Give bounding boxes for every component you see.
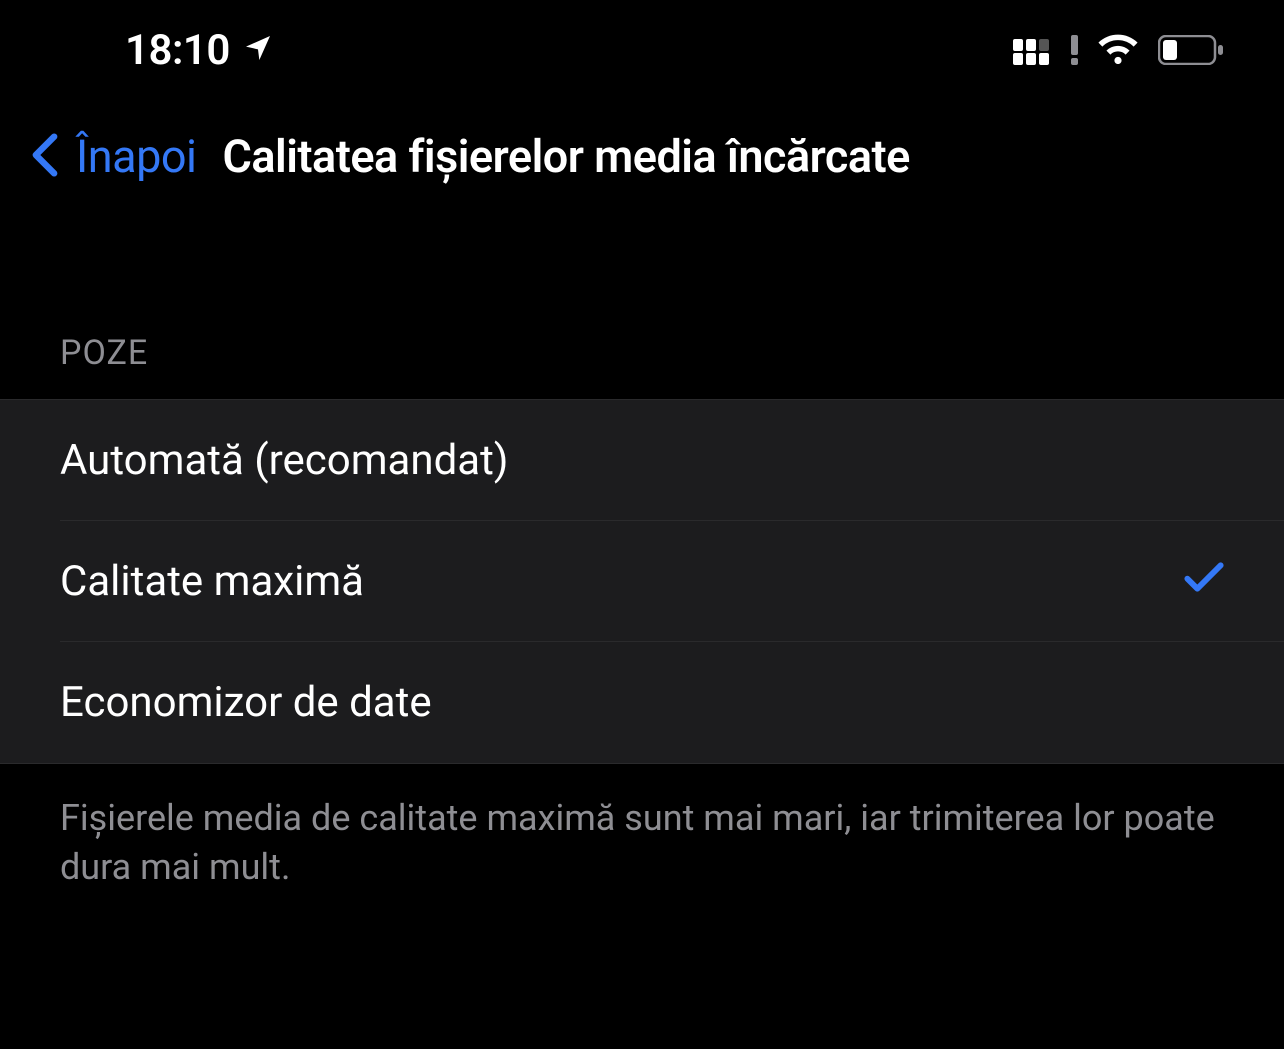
- status-time: 18:10: [125, 26, 230, 75]
- check-icon: [1184, 557, 1224, 606]
- status-bar: 18:10: [0, 0, 1284, 100]
- cellular-icon: [1013, 35, 1078, 65]
- option-label: Economizor de date: [60, 678, 432, 727]
- navigation-bar: Înapoi Calitatea fișierelor media încărc…: [0, 100, 1284, 223]
- content: POZE Automată (recomandat) Calitate maxi…: [0, 223, 1284, 921]
- back-button[interactable]: Înapoi: [30, 130, 196, 183]
- option-max-quality[interactable]: Calitate maximă: [0, 521, 1284, 642]
- chevron-left-icon: [30, 133, 60, 181]
- page-title: Calitatea fișierelor media încărcate: [222, 130, 909, 183]
- section-footer: Fișierele media de calitate maximă sunt …: [0, 764, 1284, 921]
- option-automatic[interactable]: Automată (recomandat): [0, 400, 1284, 521]
- option-data-saver[interactable]: Economizor de date: [0, 642, 1284, 763]
- option-label: Calitate maximă: [60, 557, 364, 606]
- wifi-icon: [1096, 32, 1140, 68]
- status-right: [1013, 32, 1224, 68]
- section-header-poze: POZE: [0, 223, 1284, 399]
- cellular-warning-icon: [1071, 35, 1078, 65]
- option-label: Automată (recomandat): [60, 436, 509, 485]
- battery-icon: [1158, 35, 1224, 65]
- back-label: Înapoi: [76, 130, 196, 183]
- location-icon: [242, 32, 274, 68]
- status-left: 18:10: [125, 26, 274, 75]
- options-list: Automată (recomandat) Calitate maximă Ec…: [0, 399, 1284, 764]
